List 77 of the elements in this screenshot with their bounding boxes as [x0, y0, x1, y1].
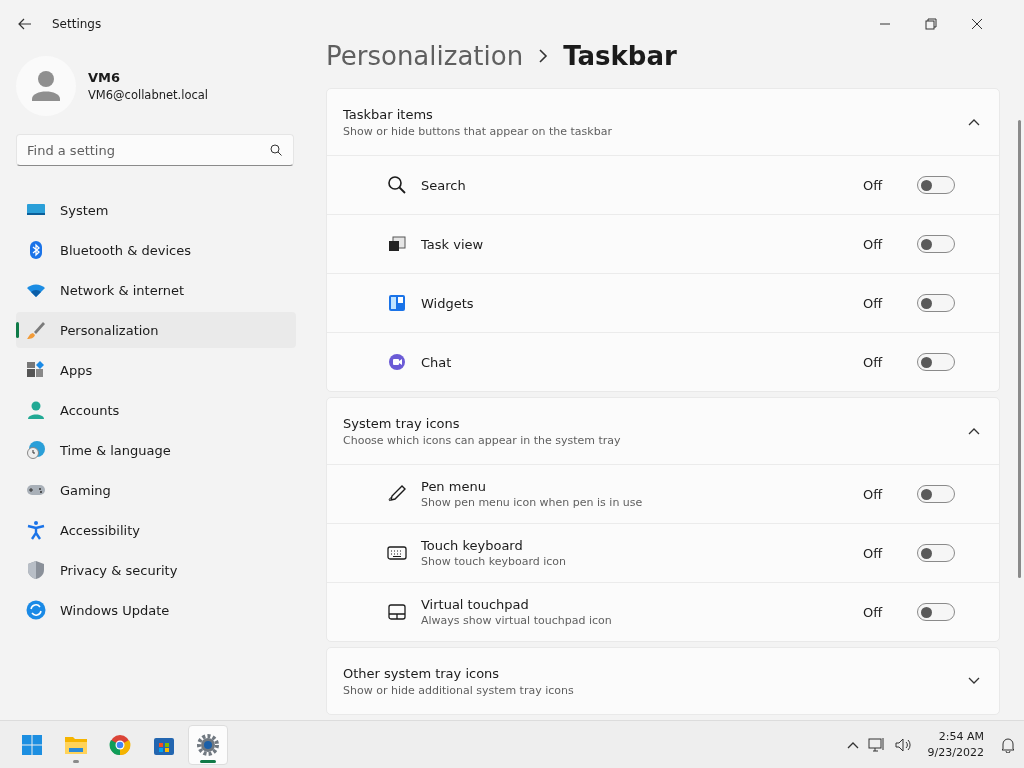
- toggle-switch[interactable]: [917, 353, 955, 371]
- nav-item[interactable]: Network & internet: [16, 272, 296, 308]
- setting-label: Search: [421, 177, 467, 193]
- section-subtitle: Show or hide additional system tray icons: [343, 683, 575, 697]
- touchpad-icon: [387, 602, 407, 622]
- avatar: [16, 56, 76, 116]
- toggle-switch[interactable]: [917, 294, 955, 312]
- setting-label: Pen menu: [421, 479, 487, 494]
- section-subtitle: Show or hide buttons that appear on the taskbar: [343, 124, 613, 138]
- brush-icon: [26, 320, 46, 340]
- person-icon: [26, 400, 46, 420]
- apps-icon: [26, 360, 46, 380]
- search-icon: [387, 175, 407, 195]
- setting-description: Show touch keyboard icon: [421, 555, 568, 568]
- accessibility-icon: [26, 520, 46, 540]
- clock-date[interactable]: 9/23/2022: [927, 744, 984, 761]
- section-title: Other system tray icons: [343, 665, 501, 681]
- back-arrow-icon[interactable]: [18, 17, 32, 31]
- chevron-up-icon[interactable]: [967, 426, 981, 436]
- sync-icon: [26, 600, 46, 620]
- setting-description: Show pen menu icon when pen is in use: [421, 496, 644, 509]
- gear-icon[interactable]: [196, 732, 220, 757]
- section-subtitle: Choose which icons can appear in the system tray: [343, 433, 622, 447]
- notification-bell-icon[interactable]: [1000, 736, 1016, 753]
- toggle-state: Off: [863, 545, 884, 561]
- toggle-state: Off: [863, 295, 884, 311]
- toggle-switch[interactable]: [917, 176, 955, 194]
- chevron-up-icon[interactable]: [967, 117, 981, 127]
- nav-item[interactable]: Accounts: [16, 392, 296, 428]
- windows-logo-icon[interactable]: [20, 732, 44, 757]
- taskbar-app[interactable]: [188, 724, 228, 765]
- search-icon[interactable]: [270, 144, 282, 156]
- section-title: System tray icons: [343, 415, 461, 431]
- widgets-icon: [387, 293, 407, 313]
- nav-item[interactable]: System: [16, 192, 296, 228]
- page-title: Taskbar: [563, 41, 677, 71]
- setting-label: Widgets: [421, 295, 475, 311]
- user-email: VM6@collabnet.local: [88, 88, 209, 102]
- nav-item[interactable]: Personalization: [16, 312, 296, 348]
- breadcrumb-link[interactable]: Personalization: [326, 41, 524, 71]
- toggle-switch[interactable]: [917, 603, 955, 621]
- clock-time[interactable]: 2:54 AM: [927, 728, 984, 745]
- toggle-state: Off: [863, 486, 884, 502]
- task-view-icon: [387, 234, 407, 254]
- toggle-state: Off: [863, 354, 884, 370]
- user-name: VM6: [88, 70, 122, 85]
- nav-item[interactable]: Privacy & security: [16, 552, 296, 588]
- setting-label: Task view: [421, 236, 485, 252]
- shield-icon: [26, 560, 46, 580]
- keyboard-icon: [387, 543, 407, 563]
- chevron-right-icon: [537, 49, 550, 63]
- toggle-state: Off: [863, 177, 884, 193]
- setting-label: Chat: [421, 354, 453, 370]
- search-field[interactable]: Find a setting: [16, 134, 294, 166]
- nav-item[interactable]: Accessibility: [16, 512, 296, 548]
- nav-item[interactable]: Gaming: [16, 472, 296, 508]
- toggle-switch[interactable]: [917, 485, 955, 503]
- chrome-icon[interactable]: [108, 732, 132, 757]
- toggle-state: Off: [863, 604, 884, 620]
- scrollbar[interactable]: [1018, 120, 1021, 578]
- pen-icon: [387, 484, 407, 504]
- toggle-switch[interactable]: [917, 544, 955, 562]
- toggle-switch[interactable]: [917, 235, 955, 253]
- nav-item[interactable]: Bluetooth & devices: [16, 232, 296, 268]
- globe-clock-icon: [26, 440, 46, 460]
- section-title: Taskbar items: [343, 106, 434, 122]
- setting-label: Virtual touchpad: [421, 597, 530, 612]
- chat-icon: [387, 352, 407, 372]
- nav-item[interactable]: Time & language: [16, 432, 296, 468]
- network-icon[interactable]: [867, 735, 886, 754]
- setting-description: Always show virtual touchpad icon: [421, 614, 613, 627]
- chevron-down-icon[interactable]: [967, 676, 981, 686]
- toggle-state: Off: [863, 236, 884, 252]
- nav-item[interactable]: Apps: [16, 352, 296, 388]
- nav-item[interactable]: Windows Update: [16, 592, 296, 628]
- window-title: Settings: [52, 17, 102, 31]
- setting-label: Touch keyboard: [421, 538, 524, 553]
